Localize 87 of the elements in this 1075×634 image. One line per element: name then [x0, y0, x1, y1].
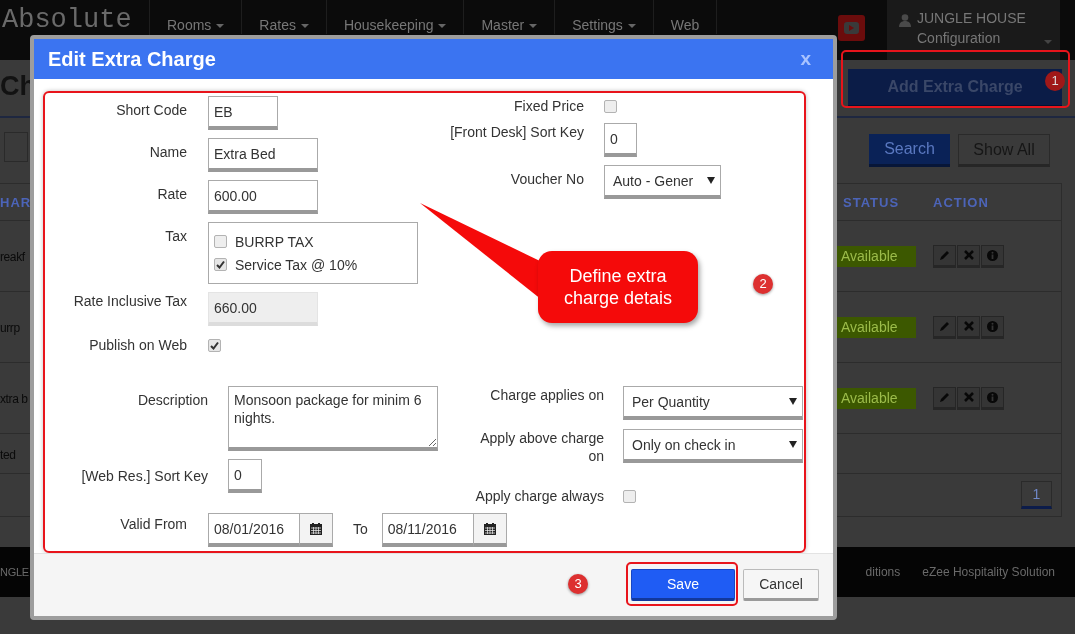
info-button[interactable] — [981, 315, 1004, 339]
field-label: Valid From — [119, 515, 187, 533]
info-icon — [987, 391, 998, 403]
info-icon — [987, 249, 998, 261]
edit-button[interactable] — [933, 244, 956, 268]
close-icon — [963, 250, 974, 260]
column-header: ACTION — [933, 194, 989, 210]
field-label: Name — [148, 143, 187, 161]
date-field[interactable]: 08/01/2016 — [208, 513, 300, 547]
status-badge: Available — [837, 387, 916, 409]
close-icon — [963, 392, 974, 402]
delete-button[interactable] — [957, 386, 980, 410]
field-label: Short Code — [115, 101, 187, 119]
delete-button[interactable] — [957, 315, 980, 339]
status-badge: Available — [837, 245, 916, 267]
nav-menu-item[interactable]: Web — [653, 0, 718, 34]
date-field[interactable]: 08/11/2016 — [381, 513, 474, 547]
field-label: Voucher No — [509, 170, 584, 188]
edit-button[interactable] — [933, 315, 956, 339]
caret-icon — [789, 441, 797, 448]
info-icon — [987, 320, 998, 332]
calendar-icon — [310, 522, 322, 535]
calendar-button[interactable] — [473, 513, 507, 547]
user-icon — [899, 14, 911, 27]
footer-text: eZee Hospitality Solution — [922, 565, 1055, 579]
status-badge: Available — [837, 316, 916, 338]
hotel-name[interactable]: JUNGLE HOUSE — [917, 11, 1026, 26]
callout: Define extra charge detais — [538, 251, 698, 323]
checkbox[interactable] — [604, 99, 617, 113]
field-label: Rate — [156, 185, 187, 203]
field-label: Rate Inclusive Tax — [72, 292, 187, 310]
field-label: Publish on Web — [88, 336, 187, 354]
cancel-button[interactable]: Cancel — [743, 569, 819, 601]
checkbox[interactable] — [214, 258, 227, 271]
column-header: HAR — [0, 194, 32, 210]
info-button[interactable] — [981, 244, 1004, 268]
dropdown[interactable]: Per Quantity — [623, 386, 803, 420]
footer-link[interactable]: ditions — [865, 565, 901, 579]
input-field[interactable]: 600.00 — [208, 180, 318, 214]
input-field[interactable]: 0 — [604, 123, 637, 157]
text-area[interactable]: Monsoon package for minim 6 nights. — [228, 386, 438, 451]
field-label: To — [353, 520, 368, 537]
checkbox[interactable] — [623, 489, 636, 503]
caret-icon — [707, 177, 715, 184]
caret-icon — [1044, 40, 1052, 44]
nav-menu-item[interactable]: Master — [464, 0, 556, 34]
field-label: Fixed Price — [512, 97, 584, 115]
dialog-title: Edit Extra Charge — [48, 47, 216, 71]
checkbox[interactable] — [208, 338, 221, 352]
pencil-icon — [938, 320, 951, 332]
dropdown[interactable]: Only on check in — [623, 429, 803, 463]
nav-menu-item[interactable]: Rates — [242, 0, 327, 34]
nav-menu-item[interactable]: Housekeeping — [326, 0, 465, 34]
field-label: Charge applies on — [489, 386, 604, 404]
option-label: BURRP TAX — [235, 233, 314, 250]
close-icon — [963, 321, 974, 331]
field-label: Apply above charge on — [479, 429, 604, 465]
caret-icon — [789, 398, 797, 405]
footer-text: NGLE — [0, 566, 29, 578]
page-button[interactable]: 1 — [1021, 481, 1052, 509]
edit-button[interactable] — [933, 386, 956, 410]
pencil-icon — [938, 391, 951, 403]
input-field[interactable]: 660.00 — [208, 292, 318, 326]
calendar-icon — [483, 522, 496, 535]
field-label: Description — [136, 391, 208, 409]
checkbox[interactable] — [214, 235, 227, 248]
save-button[interactable]: Save — [631, 569, 735, 601]
video-play-icon[interactable] — [838, 15, 865, 41]
nav-menu-item[interactable]: Settings — [555, 0, 654, 34]
dropdown[interactable]: Auto - Gener — [604, 165, 721, 199]
field-label: Tax — [164, 227, 187, 245]
pencil-icon — [938, 249, 951, 261]
nav-menu-item[interactable]: Rooms — [150, 0, 243, 34]
delete-button[interactable] — [957, 244, 980, 268]
input-field[interactable]: 0 — [228, 459, 262, 493]
search-button[interactable]: Search — [869, 134, 950, 167]
field-label: [Web Res.] Sort Key — [80, 467, 208, 485]
calendar-button[interactable] — [300, 513, 333, 547]
user-role: Configuration — [917, 31, 1002, 46]
logo[interactable]: Absolute — [2, 7, 132, 33]
field-label: Apply charge always — [474, 487, 604, 505]
option-label: Service Tax @ 10% — [235, 256, 358, 273]
column-header: STATUS — [843, 194, 900, 210]
info-button[interactable] — [981, 386, 1004, 410]
input-field[interactable]: EB — [208, 96, 278, 130]
input-field[interactable]: Extra Bed — [208, 138, 318, 172]
field-label: [Front Desk] Sort Key — [449, 123, 584, 141]
